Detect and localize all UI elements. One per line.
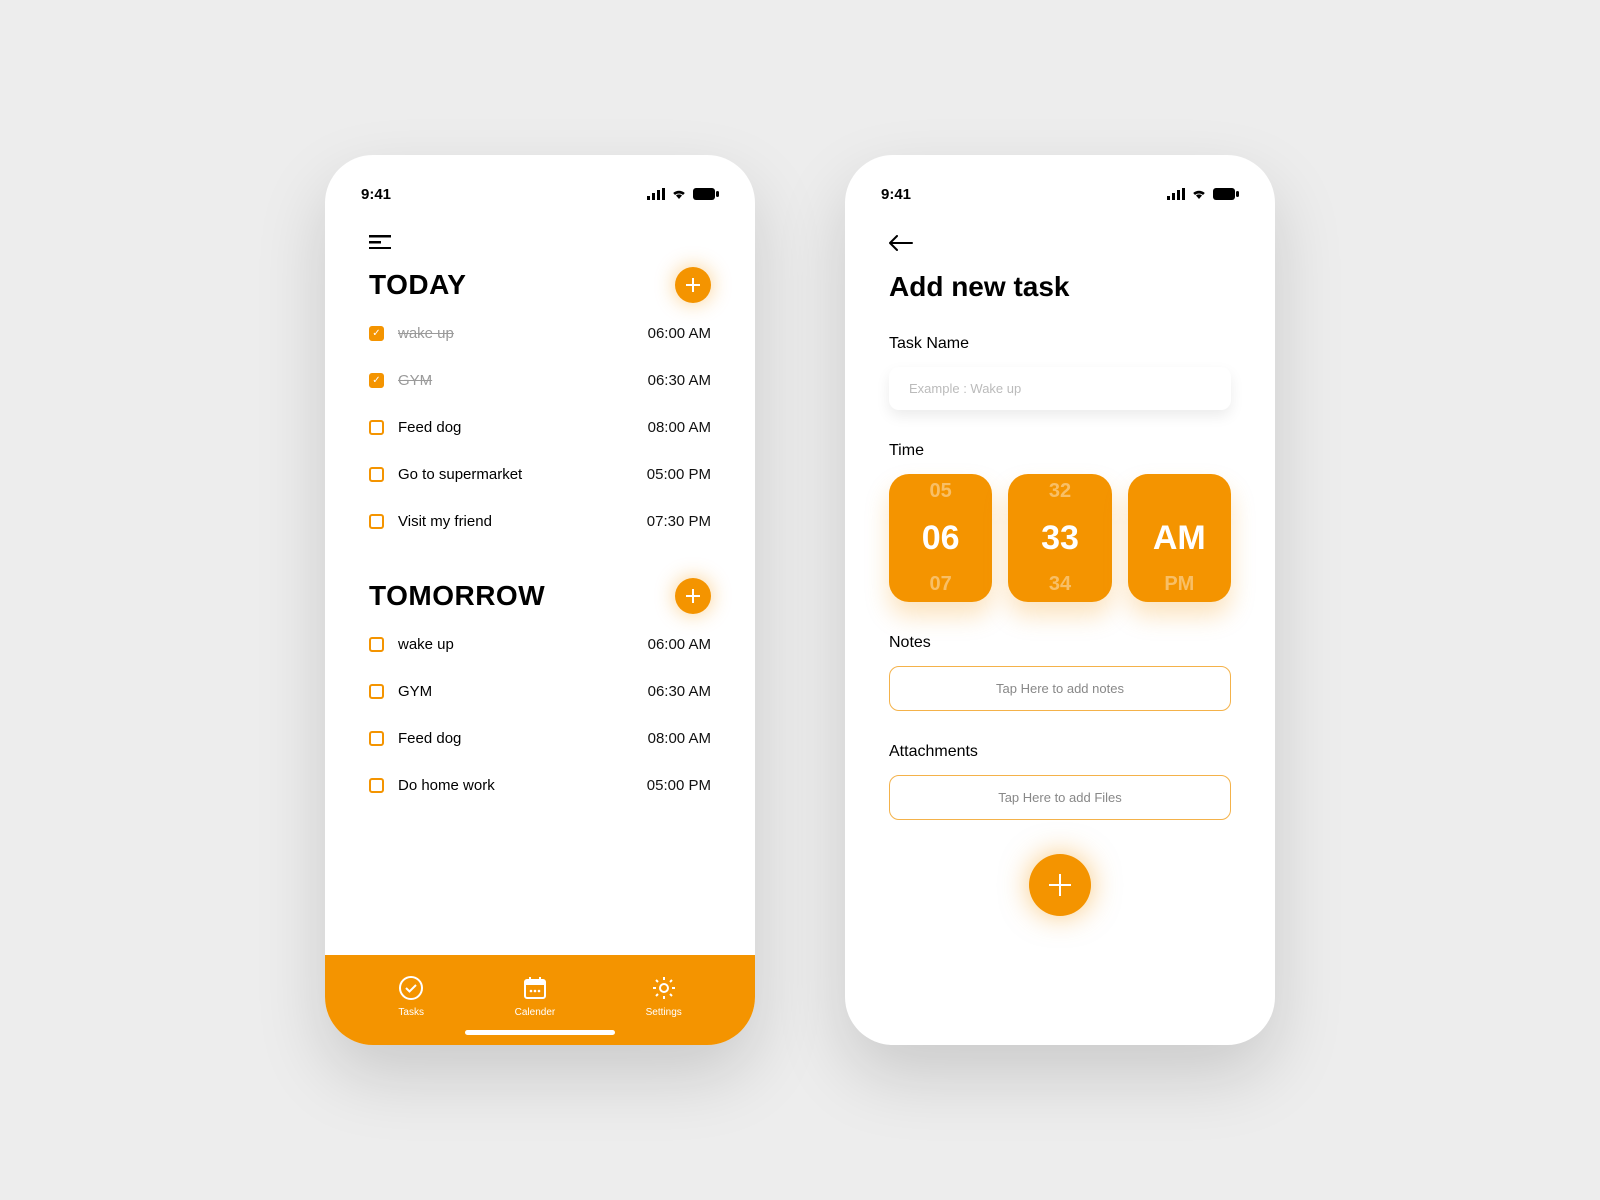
task-name-input[interactable] [889, 367, 1231, 410]
ampm-next: PM [1164, 573, 1194, 596]
attachments-label: Attachments [889, 743, 1231, 761]
plus-icon [1049, 874, 1071, 896]
page-title: Add new task [889, 271, 1231, 303]
add-task-tomorrow-button[interactable] [675, 578, 711, 614]
task-label: GYM [398, 372, 432, 389]
submit-task-button[interactable] [1029, 854, 1091, 916]
status-icons [647, 188, 719, 200]
today-task-list: ✓ wake up 06:00 AM ✓ GYM 06:30 AM Feed dog… [369, 325, 711, 530]
task-time: 06:30 AM [648, 372, 711, 389]
plus-icon [686, 278, 700, 292]
hour-wheel[interactable]: 05 06 07 [889, 474, 992, 602]
bottom-nav: Tasks Calender Settings [325, 955, 755, 1045]
task-row[interactable]: Feed dog 08:00 AM [369, 730, 711, 747]
tomorrow-task-list: wake up 06:00 AM GYM 06:30 AM Feed dog 0… [369, 636, 711, 794]
task-checkbox[interactable]: ✓ [369, 373, 384, 388]
task-name-label: Task Name [889, 335, 1231, 353]
status-time: 9:41 [361, 186, 391, 203]
task-label: GYM [398, 683, 432, 700]
hour-current: 06 [922, 519, 960, 558]
task-row[interactable]: Feed dog 08:00 AM [369, 419, 711, 436]
nav-label: Tasks [398, 1007, 424, 1018]
add-task-today-button[interactable] [675, 267, 711, 303]
add-notes-button[interactable]: Tap Here to add notes [889, 666, 1231, 711]
back-button[interactable] [889, 235, 1231, 251]
task-label: Feed dog [398, 419, 461, 436]
task-row[interactable]: GYM 06:30 AM [369, 683, 711, 700]
task-time: 08:00 AM [648, 730, 711, 747]
task-label: Go to supermarket [398, 466, 522, 483]
nav-calendar[interactable]: Calender [515, 975, 556, 1018]
task-row[interactable]: ✓ wake up 06:00 AM [369, 325, 711, 342]
home-indicator [465, 1030, 615, 1035]
battery-icon [1213, 188, 1239, 200]
task-checkbox[interactable] [369, 420, 384, 435]
task-label: wake up [398, 325, 454, 342]
hour-prev: 05 [930, 480, 952, 503]
cellular-icon [1167, 188, 1185, 200]
notes-label: Notes [889, 634, 1231, 652]
task-label: Do home work [398, 777, 495, 794]
gear-icon [651, 975, 677, 1001]
task-time: 07:30 PM [647, 513, 711, 530]
status-time: 9:41 [881, 186, 911, 203]
menu-button[interactable] [369, 235, 711, 249]
phone-add-task: 9:41 Add new task Task Name Time 05 06 0… [845, 155, 1275, 1045]
add-attachments-button[interactable]: Tap Here to add Files [889, 775, 1231, 820]
task-row[interactable]: Do home work 05:00 PM [369, 777, 711, 794]
task-checkbox[interactable] [369, 467, 384, 482]
calendar-icon [522, 975, 548, 1001]
minute-current: 33 [1041, 519, 1079, 558]
task-row[interactable]: Go to supermarket 05:00 PM [369, 466, 711, 483]
time-label: Time [889, 442, 1231, 460]
minute-next: 34 [1049, 573, 1071, 596]
nav-settings[interactable]: Settings [646, 975, 682, 1018]
section-title-tomorrow: TOMORROW [369, 580, 545, 612]
hour-next: 07 [930, 573, 952, 596]
ampm-current: AM [1153, 519, 1206, 558]
task-row[interactable]: Visit my friend 07:30 PM [369, 513, 711, 530]
task-row[interactable]: wake up 06:00 AM [369, 636, 711, 653]
task-label: wake up [398, 636, 454, 653]
check-circle-icon [398, 975, 424, 1001]
task-checkbox[interactable] [369, 731, 384, 746]
task-time: 06:00 AM [648, 636, 711, 653]
minute-prev: 32 [1049, 480, 1071, 503]
task-time: 06:30 AM [648, 683, 711, 700]
wifi-icon [1191, 188, 1207, 200]
task-time: 08:00 AM [648, 419, 711, 436]
section-title-today: TODAY [369, 269, 466, 301]
minute-wheel[interactable]: 32 33 34 [1008, 474, 1111, 602]
status-icons [1167, 188, 1239, 200]
nav-tasks[interactable]: Tasks [398, 975, 424, 1018]
task-time: 05:00 PM [647, 777, 711, 794]
phone-tasks-list: 9:41 TODAY ✓ wake up 06:00 AM ✓ GYM 06:30 … [325, 155, 755, 1045]
wifi-icon [671, 188, 687, 200]
time-picker: 05 06 07 32 33 34 AM PM [889, 474, 1231, 602]
battery-icon [693, 188, 719, 200]
task-time: 05:00 PM [647, 466, 711, 483]
status-bar: 9:41 [845, 179, 1275, 209]
task-checkbox[interactable] [369, 514, 384, 529]
cellular-icon [647, 188, 665, 200]
task-checkbox[interactable] [369, 778, 384, 793]
task-checkbox[interactable] [369, 684, 384, 699]
task-label: Visit my friend [398, 513, 492, 530]
nav-label: Calender [515, 1007, 556, 1018]
task-checkbox[interactable] [369, 637, 384, 652]
status-bar: 9:41 [325, 179, 755, 209]
task-checkbox[interactable]: ✓ [369, 326, 384, 341]
plus-icon [686, 589, 700, 603]
ampm-wheel[interactable]: AM PM [1128, 474, 1231, 602]
task-time: 06:00 AM [648, 325, 711, 342]
task-label: Feed dog [398, 730, 461, 747]
task-row[interactable]: ✓ GYM 06:30 AM [369, 372, 711, 389]
nav-label: Settings [646, 1007, 682, 1018]
